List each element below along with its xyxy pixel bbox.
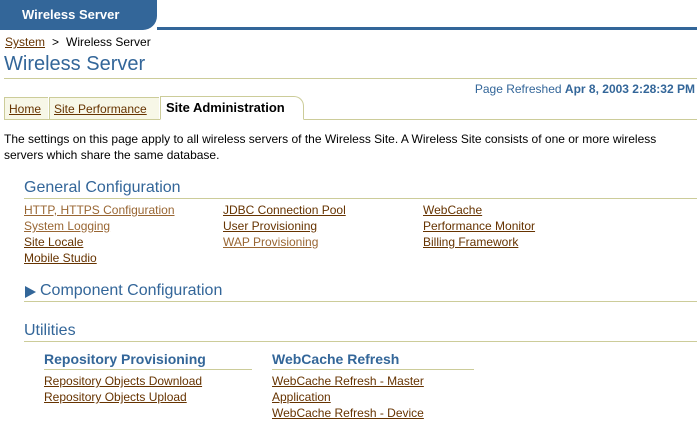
breadcrumb-system-link[interactable]: System <box>5 35 45 49</box>
tab-site-administration-label: Site Administration <box>166 100 285 115</box>
top-banner: Wireless Server <box>0 0 697 30</box>
expand-triangle-icon[interactable] <box>25 286 36 298</box>
tab-home-link[interactable]: Home <box>9 102 41 116</box>
banner-line <box>157 27 697 30</box>
billing-framework-link[interactable]: Billing Framework <box>423 235 518 249</box>
component-configuration-header[interactable]: Component Configuration <box>40 282 222 300</box>
webcache-refresh-header: WebCache Refresh <box>272 351 400 367</box>
tabs-divider <box>4 119 697 120</box>
tab-site-performance-link[interactable]: Site Performance <box>54 102 147 116</box>
page-title: Wireless Server <box>4 53 146 75</box>
webcache-refresh-device-link[interactable]: WebCache Refresh - Device <box>272 406 424 420</box>
refreshed-label: Page Refreshed <box>474 82 562 96</box>
webcache-refresh-divider <box>272 369 474 370</box>
user-provisioning-link[interactable]: User Provisioning <box>223 219 317 233</box>
webcache-refresh-master-link[interactable]: WebCache Refresh - Master <box>272 374 424 388</box>
page-description: The settings on this page apply to all w… <box>4 132 657 162</box>
repository-provisioning-header: Repository Provisioning <box>44 351 206 367</box>
refreshed-timestamp: Apr 8, 2003 2:28:32 PM <box>564 82 695 96</box>
tab-site-performance[interactable]: Site Performance <box>49 97 159 119</box>
performance-monitor-link[interactable]: Performance Monitor <box>423 219 535 233</box>
repository-provisioning-divider <box>44 369 252 370</box>
utilities-header: Utilities <box>24 322 76 339</box>
title-divider <box>4 78 697 79</box>
breadcrumb-current: Wireless Server <box>66 35 151 49</box>
breadcrumb: System > Wireless Server <box>5 35 151 49</box>
tab-site-administration[interactable]: Site Administration <box>160 96 304 120</box>
app-title: Wireless Server <box>22 7 120 22</box>
repository-objects-download-link[interactable]: Repository Objects Download <box>44 374 202 388</box>
site-locale-link[interactable]: Site Locale <box>24 235 83 249</box>
tab-home[interactable]: Home <box>4 97 48 119</box>
component-configuration-divider <box>24 301 697 302</box>
general-configuration-divider <box>24 198 697 199</box>
jdbc-connection-pool-link[interactable]: JDBC Connection Pool <box>223 203 346 217</box>
breadcrumb-separator: > <box>52 35 60 49</box>
page-refreshed: Page Refreshed Apr 8, 2003 2:28:32 PM <box>475 82 695 96</box>
webcache-link[interactable]: WebCache <box>423 203 482 217</box>
webcache-refresh-application-link[interactable]: Application <box>272 390 331 404</box>
app-title-tab: Wireless Server <box>0 0 157 30</box>
general-configuration-header: General Configuration <box>24 179 181 196</box>
system-logging-link[interactable]: System Logging <box>24 219 110 233</box>
wap-provisioning-link[interactable]: WAP Provisioning <box>223 235 318 249</box>
http-https-configuration-link[interactable]: HTTP, HTTPS Configuration <box>24 203 175 217</box>
mobile-studio-link[interactable]: Mobile Studio <box>24 251 97 265</box>
utilities-divider <box>24 341 697 342</box>
repository-objects-upload-link[interactable]: Repository Objects Upload <box>44 390 187 404</box>
